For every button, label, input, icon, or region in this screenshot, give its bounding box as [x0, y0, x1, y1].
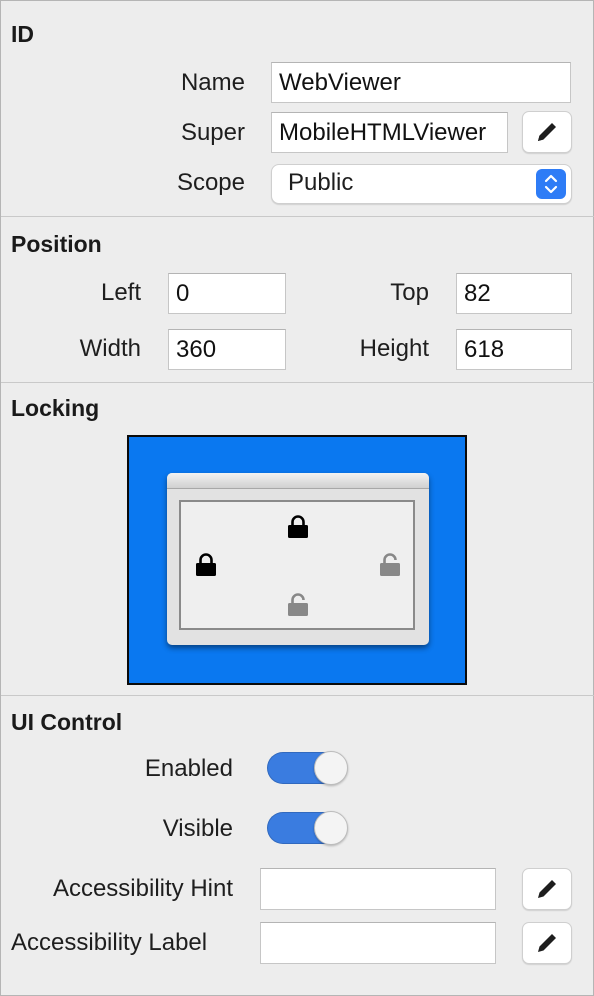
visible-label: Visible — [162, 815, 233, 842]
enabled-toggle[interactable] — [267, 751, 348, 785]
divider — [1, 382, 594, 383]
accessibility-hint-edit-button[interactable] — [522, 868, 572, 910]
accessibility-label-edit-button[interactable] — [522, 922, 572, 964]
width-field[interactable] — [168, 329, 286, 370]
top-field[interactable] — [456, 273, 572, 314]
locking-section-title: Locking — [11, 395, 100, 421]
pencil-icon — [538, 880, 556, 898]
lock-open-icon[interactable] — [287, 593, 309, 617]
control-window-preview — [167, 473, 429, 645]
scope-label: Scope — [176, 169, 245, 196]
left-field[interactable] — [168, 273, 286, 314]
position-section-title: Position — [11, 231, 102, 257]
accessibility-label-label: Accessibility Label — [11, 929, 208, 956]
left-label: Left — [100, 279, 141, 306]
height-label: Height — [359, 335, 429, 362]
width-label: Width — [79, 335, 141, 362]
inspector-panel: ID Name Super Scope Public Position Left… — [0, 0, 594, 996]
accessibility-label-field[interactable] — [260, 922, 496, 964]
id-section-title: ID — [11, 21, 34, 47]
scope-select-value: Public — [288, 169, 354, 196]
lock-closed-icon[interactable] — [195, 553, 217, 577]
pencil-icon — [538, 123, 556, 141]
name-label: Name — [180, 69, 245, 96]
height-field[interactable] — [456, 329, 572, 370]
divider — [1, 216, 594, 217]
window-titlebar — [167, 473, 429, 489]
toggle-knob — [314, 811, 348, 845]
toggle-knob — [314, 751, 348, 785]
accessibility-hint-label: Accessibility Hint — [52, 875, 233, 902]
super-label: Super — [180, 119, 245, 146]
enabled-label: Enabled — [144, 755, 233, 782]
super-edit-button[interactable] — [522, 111, 572, 153]
lock-closed-icon[interactable] — [287, 515, 309, 539]
name-field[interactable] — [271, 62, 571, 103]
ui-control-section-title: UI Control — [11, 709, 123, 735]
up-down-chevron-icon — [536, 169, 566, 199]
super-field[interactable] — [271, 112, 508, 153]
divider — [1, 695, 594, 696]
lock-open-icon[interactable] — [379, 553, 401, 577]
accessibility-hint-field[interactable] — [260, 868, 496, 910]
scope-select[interactable]: Public — [271, 164, 572, 204]
pencil-icon — [538, 934, 556, 952]
top-label: Top — [390, 279, 429, 306]
visible-toggle[interactable] — [267, 811, 348, 845]
locking-diagram — [127, 435, 467, 685]
